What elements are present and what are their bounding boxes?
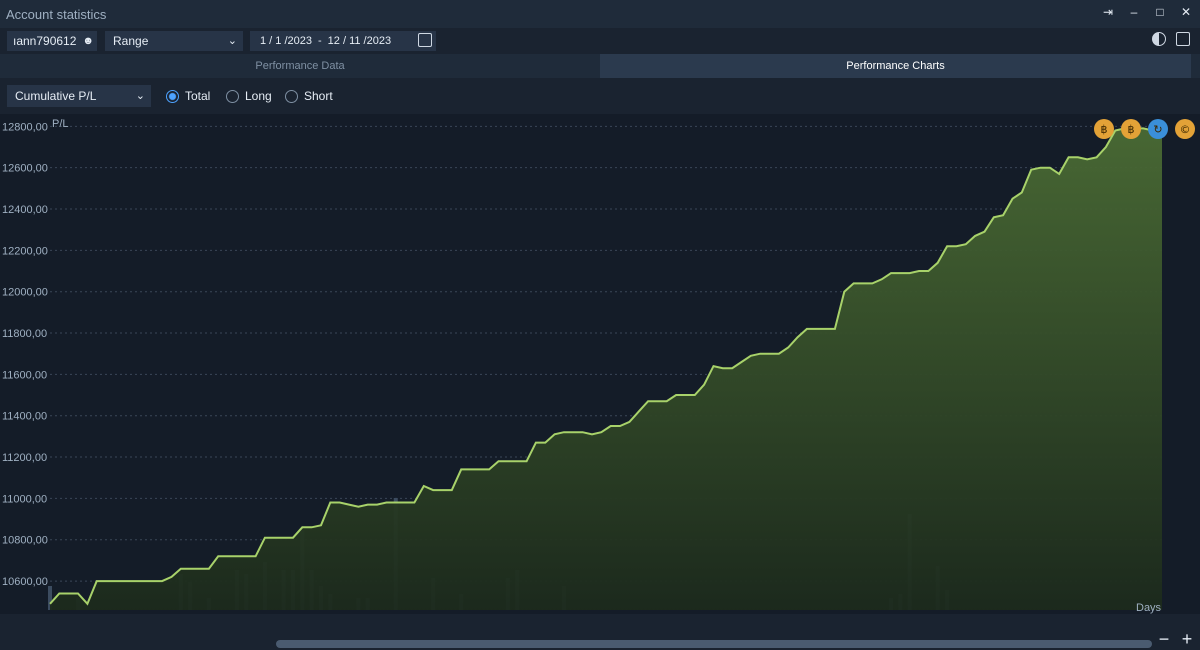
y-tick-label: 12200,00: [2, 245, 48, 257]
range-label: Range: [113, 34, 149, 48]
window-title: Account statistics: [6, 6, 107, 22]
chevron-down-icon: ⌄: [227, 35, 237, 47]
tab-bar-end: [1191, 54, 1200, 78]
radio-unselected-icon: [285, 89, 298, 103]
radio-short[interactable]: Short: [285, 89, 333, 103]
bitcoin-badge-alt-icon[interactable]: ฿: [1121, 119, 1141, 139]
maximize-icon[interactable]: □: [1152, 4, 1168, 20]
copyright-badge-icon[interactable]: ©: [1175, 119, 1195, 139]
chart-scrollbar[interactable]: − +: [0, 629, 1200, 650]
chevron-down-icon: ⌄: [135, 90, 145, 102]
refresh-badge-icon[interactable]: ↻: [1148, 119, 1168, 139]
svg-text:฿: ฿: [1101, 123, 1108, 136]
date-from[interactable]: 1 / 1 /2023: [260, 35, 312, 47]
pl-area: [50, 128, 1162, 610]
calendar-icon[interactable]: [418, 33, 432, 47]
export-icon[interactable]: [1176, 32, 1190, 46]
date-range-picker[interactable]: 1 / 1 /2023 - 12 / 11 /2023: [250, 31, 436, 51]
y-tick-label: 10800,00: [2, 535, 48, 547]
x-axis-title: Days: [1136, 602, 1162, 614]
svg-text:฿: ฿: [1128, 123, 1135, 136]
y-tick-label: 12000,00: [2, 287, 48, 299]
y-axis-title: P/L: [52, 118, 69, 130]
y-tick-label: 12400,00: [2, 204, 48, 216]
window-titlebar: Account statistics ⇥ – □ ✕: [0, 0, 1200, 28]
svg-text:↻: ↻: [1153, 123, 1162, 136]
zoom-in-button[interactable]: +: [1179, 629, 1195, 649]
pl-chart[interactable]: 12800,00 12600,00 12400,00 12200,00 12000,00…: [0, 114, 1200, 614]
y-tick-label: 10600,00: [2, 576, 48, 588]
y-tick-label: 12800,00: [2, 121, 48, 133]
radio-short-label: Short: [304, 89, 333, 103]
y-tick-label: 11400,00: [2, 411, 47, 423]
radio-selected-icon: [166, 89, 179, 103]
radio-total[interactable]: Total: [166, 89, 210, 103]
bitcoin-badge-icon[interactable]: ฿: [1094, 119, 1114, 139]
scroll-thumb[interactable]: [276, 640, 1152, 648]
metric-dropdown[interactable]: Cumulative P/L ⌄: [7, 85, 151, 107]
radio-total-label: Total: [185, 89, 211, 103]
y-tick-label: 12600,00: [2, 163, 48, 175]
radio-long[interactable]: Long: [226, 89, 272, 103]
pin-icon[interactable]: ⇥: [1100, 4, 1116, 20]
tab-performance-charts[interactable]: Performance Charts: [600, 54, 1191, 78]
tab-bar: Performance Data Performance Charts: [0, 54, 1200, 78]
right-tools: [1152, 32, 1190, 46]
close-icon[interactable]: ✕: [1178, 4, 1194, 20]
y-tick-label: 11000,00: [2, 493, 47, 505]
pl-chart-svg: 12800,00 12600,00 12400,00 12200,00 12000,00…: [2, 118, 1195, 614]
metric-label: Cumulative P/L: [15, 89, 97, 103]
range-dropdown[interactable]: Range ⌄: [105, 31, 243, 51]
y-tick-label: 11800,00: [2, 328, 47, 340]
user-icon: ☻: [82, 35, 94, 47]
zoom-out-button[interactable]: −: [1156, 629, 1172, 649]
date-separator: -: [318, 35, 322, 47]
date-to[interactable]: 12 / 11 /2023: [328, 35, 391, 47]
radio-unselected-icon: [226, 89, 239, 103]
theme-toggle-icon[interactable]: [1152, 32, 1166, 46]
minimize-icon[interactable]: –: [1126, 4, 1142, 20]
account-selector[interactable]: ıann790612 ☻: [7, 31, 97, 51]
account-label: ıann790612: [13, 34, 77, 48]
tab-performance-data[interactable]: Performance Data: [0, 54, 600, 78]
toolbar: ıann790612 ☻ Range ⌄ 1 / 1 /2023 - 12 / …: [0, 28, 1200, 54]
radio-long-label: Long: [245, 89, 272, 103]
y-axis-ticks: 12800,00 12600,00 12400,00 12200,00 12000,00…: [2, 121, 48, 588]
window-controls: ⇥ – □ ✕: [1100, 4, 1194, 20]
y-tick-label: 11200,00: [2, 452, 47, 464]
filter-bar: Cumulative P/L ⌄ Total Long Short: [0, 78, 1200, 114]
svg-text:©: ©: [1180, 123, 1191, 136]
y-tick-label: 11600,00: [2, 369, 47, 381]
